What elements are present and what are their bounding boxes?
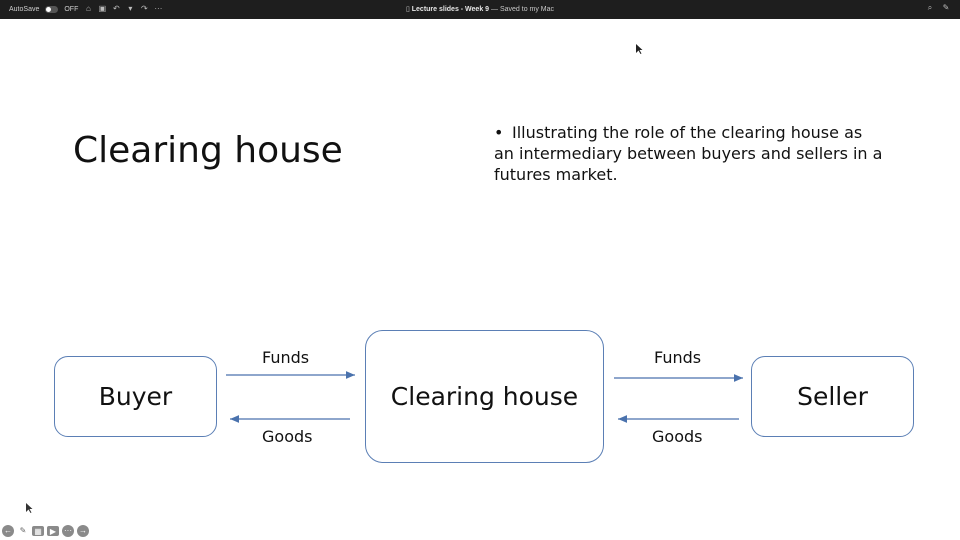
more-options-icon[interactable]: ···	[62, 525, 74, 537]
previous-slide-icon[interactable]: ←	[2, 525, 14, 537]
mouse-cursor-icon-2	[26, 503, 33, 513]
slides-grid-icon[interactable]: ▦	[32, 526, 44, 536]
mouse-pointers	[26, 44, 643, 513]
mouse-cursor-icon	[636, 44, 643, 54]
presenter-toolbar: ← ✎ ▦ ▶ ··· →	[2, 525, 89, 537]
camera-icon[interactable]: ▶	[47, 526, 59, 536]
pen-icon[interactable]: ✎	[17, 525, 29, 537]
next-slide-icon[interactable]: →	[77, 525, 89, 537]
